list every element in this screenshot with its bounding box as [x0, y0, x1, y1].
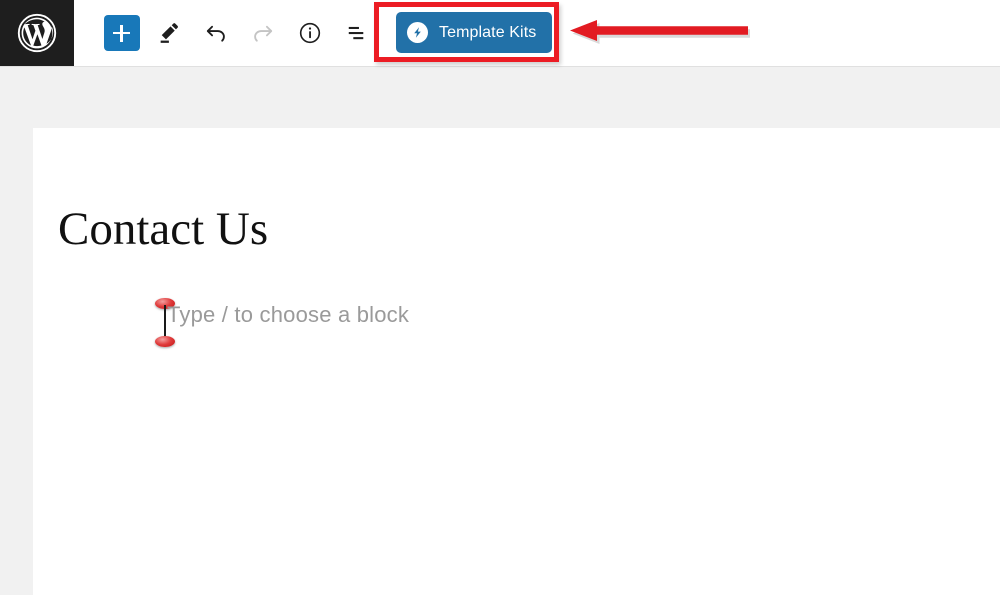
- caret-line: [164, 305, 166, 339]
- post-content-card: Contact Us Type / to choose a block: [33, 128, 1000, 595]
- edit-tool-button[interactable]: [145, 9, 192, 57]
- empty-paragraph-block[interactable]: Type / to choose a block: [131, 298, 651, 347]
- wordpress-logo-icon: [17, 13, 57, 53]
- envato-bolt-icon: [407, 22, 428, 43]
- toolbar-tools-group: [74, 0, 380, 66]
- list-view-button[interactable]: [333, 9, 380, 57]
- editor-canvas: Contact Us Type / to choose a block: [0, 67, 1000, 595]
- block-placeholder-text[interactable]: Type / to choose a block: [167, 302, 409, 328]
- wordpress-logo-button[interactable]: [0, 0, 74, 66]
- post-title[interactable]: Contact Us: [58, 206, 268, 253]
- redo-button[interactable]: [239, 9, 286, 57]
- pencil-icon: [156, 20, 182, 46]
- add-block-button-wrapper[interactable]: [98, 9, 145, 57]
- info-circle-icon: [297, 20, 323, 46]
- text-caret-with-handles-icon[interactable]: [155, 298, 175, 347]
- caret-handle-bottom[interactable]: [155, 336, 175, 347]
- details-button[interactable]: [286, 9, 333, 57]
- redo-arrow-icon: [250, 20, 276, 46]
- annotation-arrow-icon: [570, 20, 750, 48]
- undo-arrow-icon: [203, 20, 229, 46]
- plus-icon: [113, 24, 130, 42]
- template-kits-button[interactable]: Template Kits: [396, 12, 553, 53]
- template-kits-label: Template Kits: [439, 23, 537, 41]
- list-view-icon: [344, 20, 370, 46]
- add-block-button[interactable]: [103, 15, 140, 51]
- undo-button[interactable]: [192, 9, 239, 57]
